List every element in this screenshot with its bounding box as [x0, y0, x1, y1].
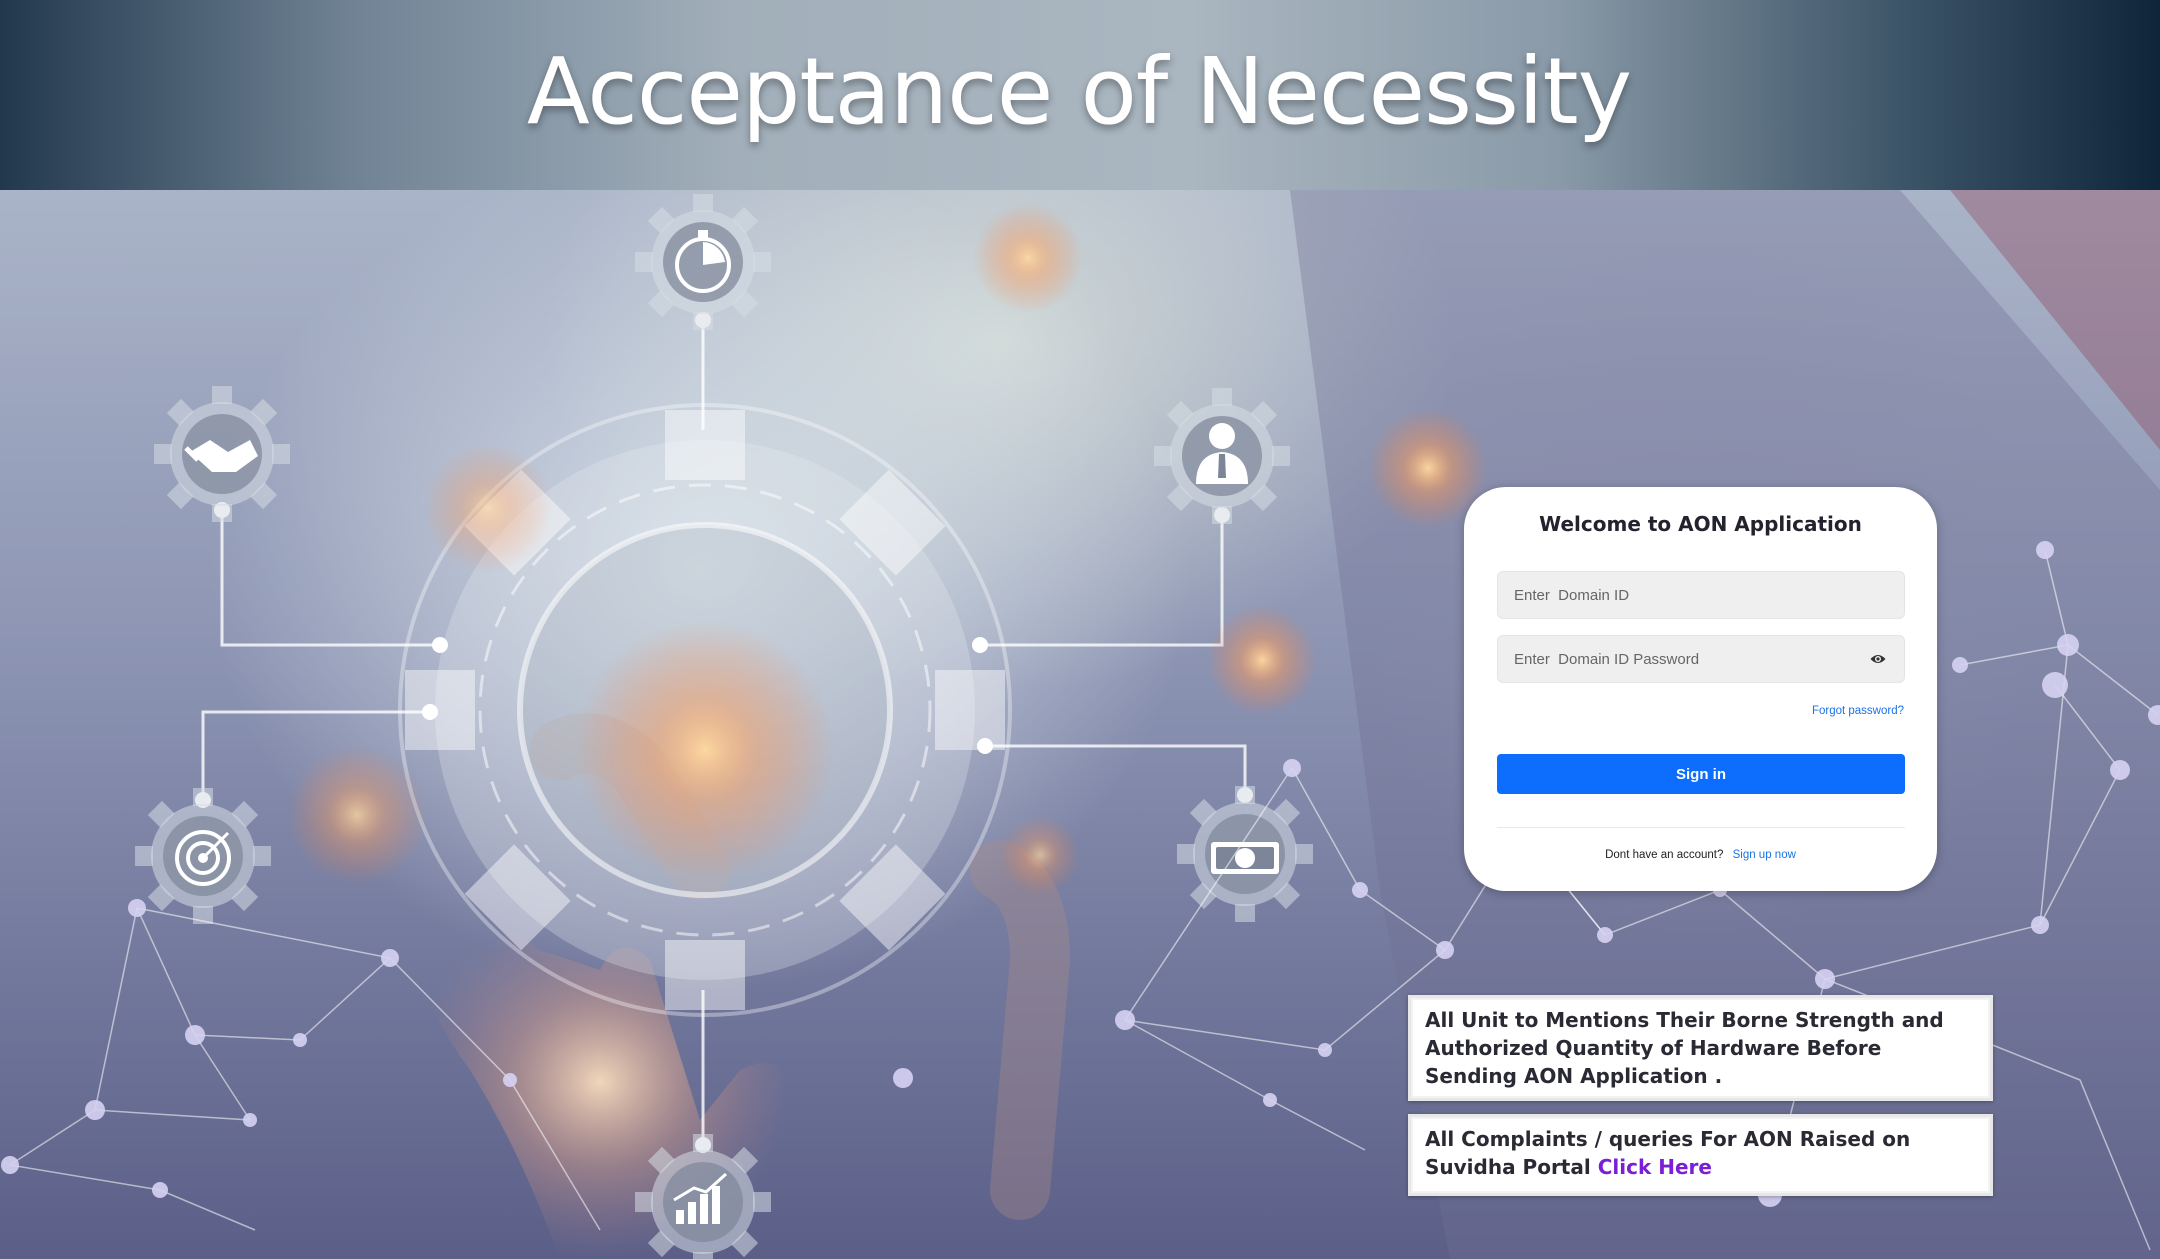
notice-complaints: All Complaints / queries For AON Raised …	[1408, 1114, 1993, 1196]
divider	[1497, 827, 1905, 828]
sign-in-button[interactable]: Sign in	[1497, 754, 1905, 794]
notice-unit-strength: All Unit to Mentions Their Borne Strengt…	[1408, 995, 1993, 1101]
password-field[interactable]	[1497, 635, 1905, 683]
forgot-password-link[interactable]: Forgot password?	[1812, 705, 1904, 717]
signup-row: Dont have an account? Sign up now	[1464, 849, 1937, 861]
notice-unit-strength-text: All Unit to Mentions Their Borne Strengt…	[1425, 1008, 1944, 1088]
domain-id-input[interactable]	[1498, 572, 1904, 618]
click-here-link[interactable]: Click Here	[1598, 1155, 1712, 1179]
sign-up-link[interactable]: Sign up now	[1733, 849, 1796, 861]
password-input[interactable]	[1498, 636, 1904, 682]
login-title: Welcome to AON Application	[1539, 512, 1862, 536]
eye-icon[interactable]	[1870, 653, 1886, 665]
login-card: Welcome to AON Application Forgot passwo…	[1464, 487, 1937, 891]
page-header: Acceptance of Necessity	[0, 0, 2160, 190]
no-account-text: Dont have an account?	[1605, 849, 1724, 861]
money-icon	[1211, 842, 1279, 874]
domain-id-field[interactable]	[1497, 571, 1905, 619]
page-title: Acceptance of Necessity	[526, 37, 1632, 145]
